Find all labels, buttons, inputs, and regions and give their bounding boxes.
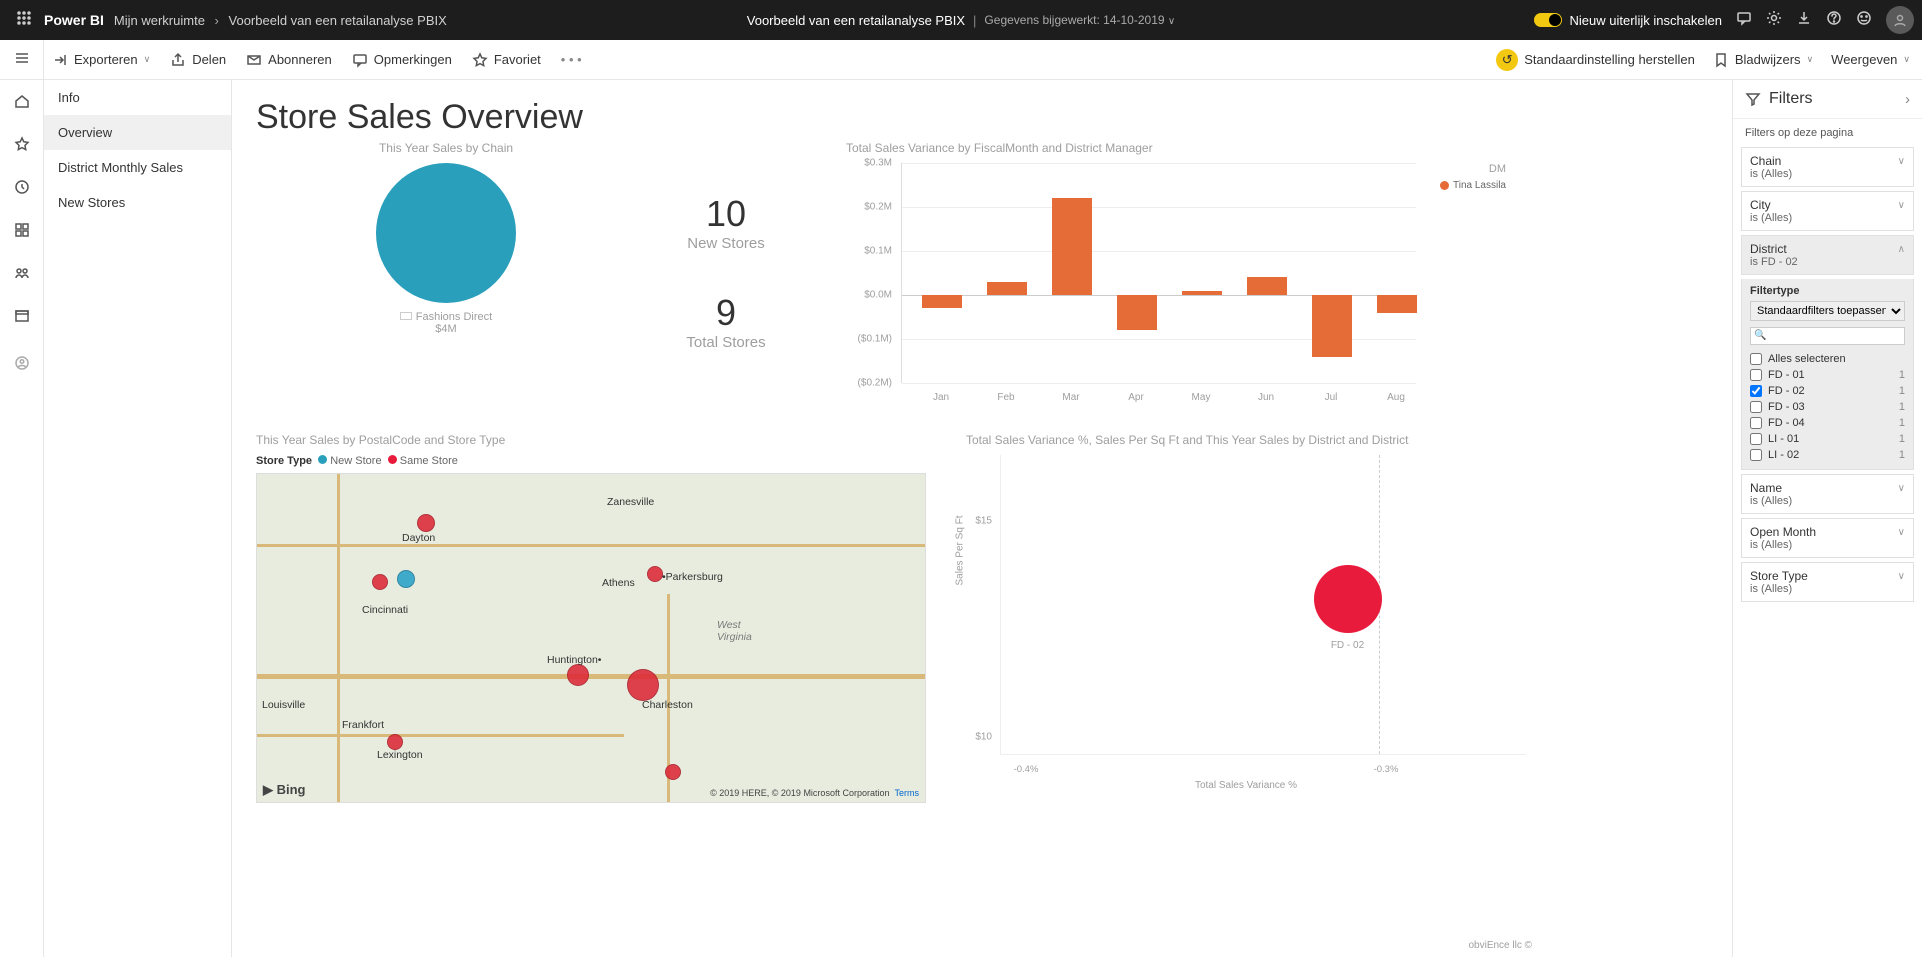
- tab-district-monthly[interactable]: District Monthly Sales: [44, 150, 231, 185]
- filter-icon: [1745, 91, 1761, 107]
- apps-icon[interactable]: [14, 222, 30, 243]
- workspace-icon[interactable]: [14, 308, 30, 329]
- filter-card-chain[interactable]: Chain is (Alles) ∨: [1741, 147, 1914, 187]
- brand-label[interactable]: Power BI: [44, 12, 104, 28]
- filter-option-all[interactable]: Alles selecteren: [1750, 351, 1905, 367]
- map-visual[interactable]: This Year Sales by PostalCode and Store …: [256, 433, 926, 803]
- page-title: Store Sales Overview: [256, 98, 1708, 137]
- breadcrumb-report[interactable]: Voorbeeld van een retailanalyse PBIX: [229, 13, 447, 28]
- header-center: Voorbeeld van een retailanalyse PBIX | G…: [747, 13, 1175, 28]
- filter-card-name[interactable]: Name is (Alles) ∨: [1741, 474, 1914, 514]
- overflow-button[interactable]: • • •: [561, 52, 582, 67]
- share-button[interactable]: Delen: [170, 52, 226, 68]
- download-icon[interactable]: [1796, 10, 1812, 30]
- chevron-down-icon: ∨: [1898, 571, 1905, 582]
- bar-chart-visual[interactable]: Total Sales Variance by FiscalMonth and …: [846, 141, 1708, 403]
- scatter-bubble: [1314, 565, 1382, 633]
- map-title: This Year Sales by PostalCode and Store …: [256, 433, 926, 447]
- tab-new-stores[interactable]: New Stores: [44, 185, 231, 220]
- subscribe-button[interactable]: Abonneren: [246, 52, 332, 68]
- global-header: Power BI Mijn werkruimte › Voorbeeld van…: [0, 0, 1922, 40]
- reset-button[interactable]: ↺Standaardinstelling herstellen: [1496, 49, 1695, 71]
- chevron-up-icon: ∧: [1898, 244, 1905, 255]
- filters-pane: Filters › Filters op deze pagina Chain i…: [1732, 80, 1922, 957]
- new-look-label: Nieuw uiterlijk inschakelen: [1570, 13, 1722, 28]
- chat-icon[interactable]: [1736, 10, 1752, 30]
- filter-option[interactable]: LI - 021: [1750, 447, 1905, 463]
- data-updated-label[interactable]: Gegevens bijgewerkt: 14-10-2019 ∨: [984, 13, 1175, 27]
- donut-slice: [376, 163, 516, 303]
- toggle-switch-icon[interactable]: [1534, 13, 1562, 27]
- filter-card-store-type[interactable]: Store Type is (Alles) ∨: [1741, 562, 1914, 602]
- profile-rail-icon[interactable]: [14, 355, 30, 376]
- bar-chart-title: Total Sales Variance by FiscalMonth and …: [846, 141, 1708, 155]
- chevron-down-icon: ∨: [1898, 156, 1905, 167]
- filter-card-open-month[interactable]: Open Month is (Alles) ∨: [1741, 518, 1914, 558]
- breadcrumb: Mijn werkruimte › Voorbeeld van een reta…: [114, 13, 447, 28]
- report-canvas: Store Sales Overview This Year Sales by …: [232, 80, 1732, 957]
- bar-chart-legend: DM Tina Lassila: [1416, 163, 1506, 403]
- kpi-total-stores[interactable]: 9 Total Stores: [636, 292, 816, 351]
- filters-header: Filters ›: [1733, 80, 1922, 119]
- license-label: obviEnce llc ©: [1468, 940, 1532, 951]
- donut-legend: Fashions Direct $4M: [400, 311, 492, 335]
- app-launcher-icon[interactable]: [8, 10, 40, 30]
- new-look-toggle[interactable]: Nieuw uiterlijk inschakelen: [1534, 13, 1722, 28]
- report-name: Voorbeeld van een retailanalyse PBIX: [747, 13, 965, 28]
- filter-option[interactable]: LI - 011: [1750, 431, 1905, 447]
- report-toolbar: Exporteren∨ Delen Abonneren Opmerkingen …: [0, 40, 1922, 80]
- search-icon: 🔍: [1754, 330, 1766, 341]
- favorite-button[interactable]: Favoriet: [472, 52, 541, 68]
- filter-search-input[interactable]: [1750, 327, 1905, 345]
- scatter-visual[interactable]: Total Sales Variance %, Sales Per Sq Ft …: [966, 433, 1526, 803]
- view-button[interactable]: Weergeven∨: [1831, 52, 1910, 67]
- map-canvas[interactable]: Dayton Zanesville Athens •Parkersburg Ci…: [256, 473, 926, 803]
- chevron-down-icon: ∨: [1898, 527, 1905, 538]
- filtertype-label: Filtertype: [1750, 285, 1905, 297]
- home-icon[interactable]: [14, 93, 30, 114]
- bookmarks-button[interactable]: Bladwijzers∨: [1713, 52, 1813, 68]
- donut-title: This Year Sales by Chain: [256, 141, 636, 155]
- map-credits: © 2019 HERE, © 2019 Microsoft Corporatio…: [710, 788, 919, 798]
- filter-expanded-body: Filtertype Standaardfilters toepassen 🔍 …: [1741, 279, 1914, 470]
- filters-section-label: Filters op deze pagina: [1733, 119, 1922, 143]
- breadcrumb-workspace[interactable]: Mijn werkruimte: [114, 13, 205, 28]
- reset-icon: ↺: [1496, 49, 1518, 71]
- filter-option[interactable]: FD - 011: [1750, 367, 1905, 383]
- terms-link[interactable]: Terms: [895, 788, 920, 798]
- expand-pane-icon[interactable]: ›: [1905, 91, 1910, 108]
- tab-overview[interactable]: Overview: [44, 115, 231, 150]
- filter-card-city[interactable]: City is (Alles) ∨: [1741, 191, 1914, 231]
- shared-icon[interactable]: [14, 265, 30, 286]
- bar-chart-plot: $0.3M $0.2M $0.1M $0.0M ($0.1M) ($0.2M): [846, 163, 1416, 403]
- filtertype-select[interactable]: Standaardfilters toepassen: [1750, 301, 1905, 321]
- chevron-down-icon: ∨: [1898, 200, 1905, 211]
- recent-icon[interactable]: [14, 179, 30, 200]
- tab-info[interactable]: Info: [44, 80, 231, 115]
- feedback-icon[interactable]: [1856, 10, 1872, 30]
- gear-icon[interactable]: [1766, 10, 1782, 30]
- comments-button[interactable]: Opmerkingen: [352, 52, 452, 68]
- star-icon[interactable]: [14, 136, 30, 157]
- scatter-title: Total Sales Variance %, Sales Per Sq Ft …: [966, 433, 1526, 447]
- filter-option[interactable]: FD - 031: [1750, 399, 1905, 415]
- help-icon[interactable]: [1826, 10, 1842, 30]
- export-button[interactable]: Exporteren∨: [52, 52, 150, 68]
- filter-card-district[interactable]: District is FD - 02 ∧: [1741, 235, 1914, 275]
- filters-title: Filters: [1769, 90, 1813, 108]
- bing-logo: ▶ Bing: [263, 782, 306, 798]
- kpi-new-stores[interactable]: 10 New Stores: [636, 193, 816, 252]
- donut-chart[interactable]: Fashions Direct $4M: [256, 163, 636, 335]
- avatar[interactable]: [1886, 6, 1914, 34]
- map-legend: Store Type New Store Same Store: [256, 455, 926, 467]
- filter-option[interactable]: FD - 021: [1750, 383, 1905, 399]
- chevron-down-icon: ∨: [1898, 483, 1905, 494]
- filter-option[interactable]: FD - 041: [1750, 415, 1905, 431]
- nav-rail: [0, 40, 44, 957]
- scatter-plot: Sales Per Sq Ft $15 $10 FD - 02 -0.4% -0…: [966, 455, 1526, 775]
- page-tabs: Info Overview District Monthly Sales New…: [44, 80, 232, 957]
